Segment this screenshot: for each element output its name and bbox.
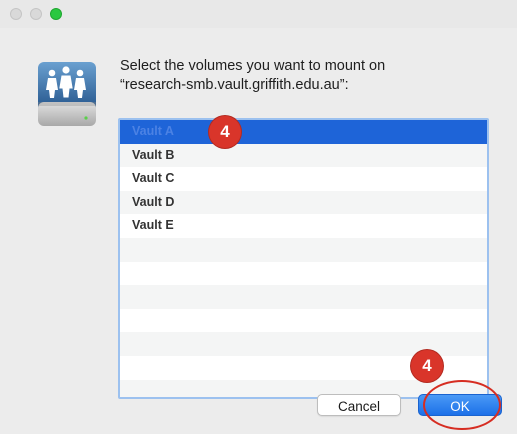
mount-prompt-text: Select the volumes you want to mount on …	[120, 58, 386, 93]
zoom-window-button[interactable]	[50, 8, 62, 20]
cancel-button[interactable]: Cancel	[317, 394, 401, 416]
volume-list-item[interactable]: Vault E	[120, 214, 487, 238]
volume-list-item	[120, 261, 487, 286]
server-icon	[36, 56, 100, 130]
minimize-window-button[interactable]	[30, 8, 42, 20]
volume-list-item[interactable]: Vault D	[120, 190, 487, 215]
step-number-badge: 4	[209, 116, 241, 148]
volume-list-item[interactable]: Vault B	[120, 143, 487, 168]
volume-list-item	[120, 308, 487, 333]
mount-volumes-dialog: Select the volumes you want to mount on …	[10, 28, 507, 434]
volume-list-item	[120, 237, 487, 262]
highlight-circle	[423, 380, 501, 430]
window-titlebar	[0, 0, 517, 28]
step-number-badge: 4	[411, 350, 443, 382]
volume-list-item[interactable]: Vault A	[120, 120, 487, 144]
volume-list-item[interactable]: Vault C	[120, 167, 487, 191]
volume-list-item	[120, 285, 487, 309]
close-window-button[interactable]	[10, 8, 22, 20]
